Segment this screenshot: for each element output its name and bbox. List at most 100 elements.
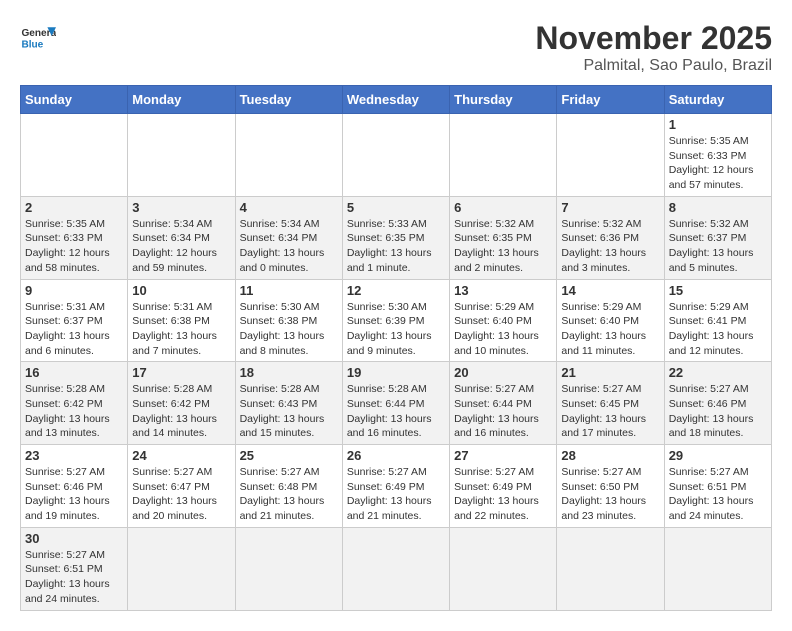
header-tuesday: Tuesday	[235, 86, 342, 114]
day-number: 6	[454, 200, 552, 215]
day-number: 27	[454, 448, 552, 463]
day-number: 5	[347, 200, 445, 215]
day-number: 4	[240, 200, 338, 215]
calendar-cell	[450, 527, 557, 610]
header-friday: Friday	[557, 86, 664, 114]
day-number: 8	[669, 200, 767, 215]
calendar-cell: 27 Sunrise: 5:27 AMSunset: 6:49 PMDayligh…	[450, 445, 557, 528]
calendar-cell: 21 Sunrise: 5:27 AMSunset: 6:45 PMDayligh…	[557, 362, 664, 445]
day-info: Sunrise: 5:28 AMSunset: 6:42 PMDaylight:…	[25, 382, 123, 441]
calendar-cell	[342, 527, 449, 610]
day-info: Sunrise: 5:27 AMSunset: 6:45 PMDaylight:…	[561, 382, 659, 441]
day-number: 12	[347, 283, 445, 298]
calendar-cell: 17 Sunrise: 5:28 AMSunset: 6:42 PMDayligh…	[128, 362, 235, 445]
calendar-cell: 9Sunrise: 5:31 AMSunset: 6:37 PMDaylight…	[21, 279, 128, 362]
calendar-cell: 24Sunrise: 5:27 AMSunset: 6:47 PMDayligh…	[128, 445, 235, 528]
day-number: 30	[25, 531, 123, 546]
day-info: Sunrise: 5:27 AMSunset: 6:49 PMDaylight:…	[454, 465, 552, 524]
calendar-cell: 14 Sunrise: 5:29 AMSunset: 6:40 PMDayligh…	[557, 279, 664, 362]
day-info: Sunrise: 5:35 AMSunset: 6:33 PMDaylight:…	[669, 134, 767, 193]
calendar-cell	[128, 527, 235, 610]
day-info: Sunrise: 5:28 AMSunset: 6:44 PMDaylight:…	[347, 382, 445, 441]
header-thursday: Thursday	[450, 86, 557, 114]
day-number: 19	[347, 365, 445, 380]
day-info: Sunrise: 5:27 AMSunset: 6:46 PMDaylight:…	[669, 382, 767, 441]
day-info: Sunrise: 5:27 AMSunset: 6:48 PMDaylight:…	[240, 465, 338, 524]
day-info: Sunrise: 5:30 AMSunset: 6:39 PMDaylight:…	[347, 300, 445, 359]
calendar-cell: 22 Sunrise: 5:27 AMSunset: 6:46 PMDayligh…	[664, 362, 771, 445]
day-info: Sunrise: 5:34 AMSunset: 6:34 PMDaylight:…	[240, 217, 338, 276]
week-row-0: 1 Sunrise: 5:35 AMSunset: 6:33 PMDaylight…	[21, 114, 772, 197]
calendar-cell	[664, 527, 771, 610]
calendar-table: SundayMondayTuesdayWednesdayThursdayFrid…	[20, 85, 772, 611]
calendar-cell	[342, 114, 449, 197]
week-row-3: 16 Sunrise: 5:28 AMSunset: 6:42 PMDayligh…	[21, 362, 772, 445]
day-number: 15	[669, 283, 767, 298]
logo: General Blue	[20, 20, 56, 56]
day-number: 25	[240, 448, 338, 463]
day-info: Sunrise: 5:29 AMSunset: 6:40 PMDaylight:…	[454, 300, 552, 359]
day-number: 16	[25, 365, 123, 380]
calendar-cell: 6 Sunrise: 5:32 AMSunset: 6:35 PMDaylight…	[450, 196, 557, 279]
day-number: 14	[561, 283, 659, 298]
title-section: November 2025 Palmital, Sao Paulo, Brazi…	[535, 20, 772, 75]
day-info: Sunrise: 5:27 AMSunset: 6:47 PMDaylight:…	[132, 465, 230, 524]
day-number: 26	[347, 448, 445, 463]
day-number: 21	[561, 365, 659, 380]
week-row-4: 23Sunrise: 5:27 AMSunset: 6:46 PMDayligh…	[21, 445, 772, 528]
day-number: 3	[132, 200, 230, 215]
calendar-cell: 28 Sunrise: 5:27 AMSunset: 6:50 PMDayligh…	[557, 445, 664, 528]
day-number: 17	[132, 365, 230, 380]
calendar-cell: 3 Sunrise: 5:34 AMSunset: 6:34 PMDaylight…	[128, 196, 235, 279]
week-row-5: 30Sunrise: 5:27 AMSunset: 6:51 PMDayligh…	[21, 527, 772, 610]
header: General Blue November 2025 Palmital, Sao…	[20, 20, 772, 75]
day-number: 1	[669, 117, 767, 132]
day-info: Sunrise: 5:34 AMSunset: 6:34 PMDaylight:…	[132, 217, 230, 276]
calendar-cell: 26 Sunrise: 5:27 AMSunset: 6:49 PMDayligh…	[342, 445, 449, 528]
logo-icon: General Blue	[20, 20, 56, 56]
day-info: Sunrise: 5:35 AMSunset: 6:33 PMDaylight:…	[25, 217, 123, 276]
calendar-cell: 29Sunrise: 5:27 AMSunset: 6:51 PMDayligh…	[664, 445, 771, 528]
day-number: 28	[561, 448, 659, 463]
day-info: Sunrise: 5:28 AMSunset: 6:43 PMDaylight:…	[240, 382, 338, 441]
calendar-cell: 7Sunrise: 5:32 AMSunset: 6:36 PMDaylight…	[557, 196, 664, 279]
week-row-2: 9Sunrise: 5:31 AMSunset: 6:37 PMDaylight…	[21, 279, 772, 362]
calendar-cell: 20Sunrise: 5:27 AMSunset: 6:44 PMDayligh…	[450, 362, 557, 445]
svg-text:Blue: Blue	[21, 39, 43, 50]
calendar-cell	[557, 114, 664, 197]
month-title: November 2025	[535, 20, 772, 57]
calendar-cell	[557, 527, 664, 610]
day-info: Sunrise: 5:27 AMSunset: 6:44 PMDaylight:…	[454, 382, 552, 441]
calendar-cell	[450, 114, 557, 197]
day-number: 22	[669, 365, 767, 380]
calendar-cell: 15 Sunrise: 5:29 AMSunset: 6:41 PMDayligh…	[664, 279, 771, 362]
day-info: Sunrise: 5:32 AMSunset: 6:37 PMDaylight:…	[669, 217, 767, 276]
calendar-cell: 2 Sunrise: 5:35 AMSunset: 6:33 PMDaylight…	[21, 196, 128, 279]
day-info: Sunrise: 5:27 AMSunset: 6:46 PMDaylight:…	[25, 465, 123, 524]
calendar-cell: 30Sunrise: 5:27 AMSunset: 6:51 PMDayligh…	[21, 527, 128, 610]
days-header-row: SundayMondayTuesdayWednesdayThursdayFrid…	[21, 86, 772, 114]
day-info: Sunrise: 5:31 AMSunset: 6:37 PMDaylight:…	[25, 300, 123, 359]
day-info: Sunrise: 5:31 AMSunset: 6:38 PMDaylight:…	[132, 300, 230, 359]
day-info: Sunrise: 5:27 AMSunset: 6:49 PMDaylight:…	[347, 465, 445, 524]
calendar-cell: 10 Sunrise: 5:31 AMSunset: 6:38 PMDayligh…	[128, 279, 235, 362]
calendar-cell: 1 Sunrise: 5:35 AMSunset: 6:33 PMDaylight…	[664, 114, 771, 197]
day-number: 11	[240, 283, 338, 298]
day-info: Sunrise: 5:29 AMSunset: 6:41 PMDaylight:…	[669, 300, 767, 359]
calendar-cell: 11Sunrise: 5:30 AMSunset: 6:38 PMDayligh…	[235, 279, 342, 362]
day-number: 10	[132, 283, 230, 298]
header-monday: Monday	[128, 86, 235, 114]
calendar-cell	[21, 114, 128, 197]
day-info: Sunrise: 5:29 AMSunset: 6:40 PMDaylight:…	[561, 300, 659, 359]
day-number: 7	[561, 200, 659, 215]
day-number: 13	[454, 283, 552, 298]
day-number: 2	[25, 200, 123, 215]
day-info: Sunrise: 5:27 AMSunset: 6:50 PMDaylight:…	[561, 465, 659, 524]
header-sunday: Sunday	[21, 86, 128, 114]
calendar-cell	[128, 114, 235, 197]
calendar-cell: 25 Sunrise: 5:27 AMSunset: 6:48 PMDayligh…	[235, 445, 342, 528]
day-info: Sunrise: 5:28 AMSunset: 6:42 PMDaylight:…	[132, 382, 230, 441]
day-info: Sunrise: 5:33 AMSunset: 6:35 PMDaylight:…	[347, 217, 445, 276]
day-number: 29	[669, 448, 767, 463]
day-info: Sunrise: 5:32 AMSunset: 6:35 PMDaylight:…	[454, 217, 552, 276]
